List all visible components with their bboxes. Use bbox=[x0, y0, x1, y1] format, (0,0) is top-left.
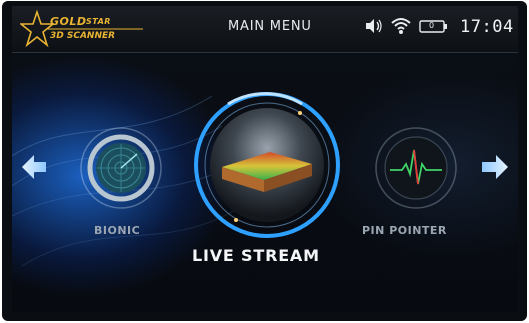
bionic-icon bbox=[80, 127, 162, 209]
menu-item-pin-pointer[interactable] bbox=[372, 124, 460, 212]
battery-level: 0 bbox=[429, 21, 435, 30]
menu-item-bionic[interactable] bbox=[77, 124, 165, 212]
wifi-icon[interactable] bbox=[390, 15, 412, 37]
pin-pointer-icon bbox=[375, 127, 457, 209]
label-pin-pointer: PIN POINTER bbox=[362, 224, 447, 237]
menu-item-live-stream[interactable] bbox=[192, 92, 342, 238]
brand-logo: GOLD STAR 3D SCANNER bbox=[20, 10, 143, 50]
label-live-stream: LIVE STREAM bbox=[192, 246, 320, 265]
logo-3d-scanner: 3D SCANNER bbox=[50, 31, 116, 41]
label-bionic: BIONIC bbox=[94, 224, 141, 237]
page-title: MAIN MENU bbox=[228, 19, 312, 34]
clock: 17:04 bbox=[460, 17, 514, 37]
battery-icon[interactable]: 0 bbox=[419, 15, 449, 37]
arrow-left-icon[interactable] bbox=[20, 152, 48, 182]
arrow-right-icon[interactable] bbox=[480, 152, 510, 182]
speaker-icon[interactable] bbox=[363, 15, 383, 37]
top-bar: GOLD STAR 3D SCANNER MAIN MENU 0 17:04 bbox=[12, 6, 518, 53]
live-stream-icon bbox=[194, 92, 340, 238]
logo-star: STAR bbox=[86, 17, 111, 26]
logo-underline bbox=[48, 28, 143, 30]
screen: GOLD STAR 3D SCANNER MAIN MENU 0 17:04 B… bbox=[12, 6, 518, 312]
